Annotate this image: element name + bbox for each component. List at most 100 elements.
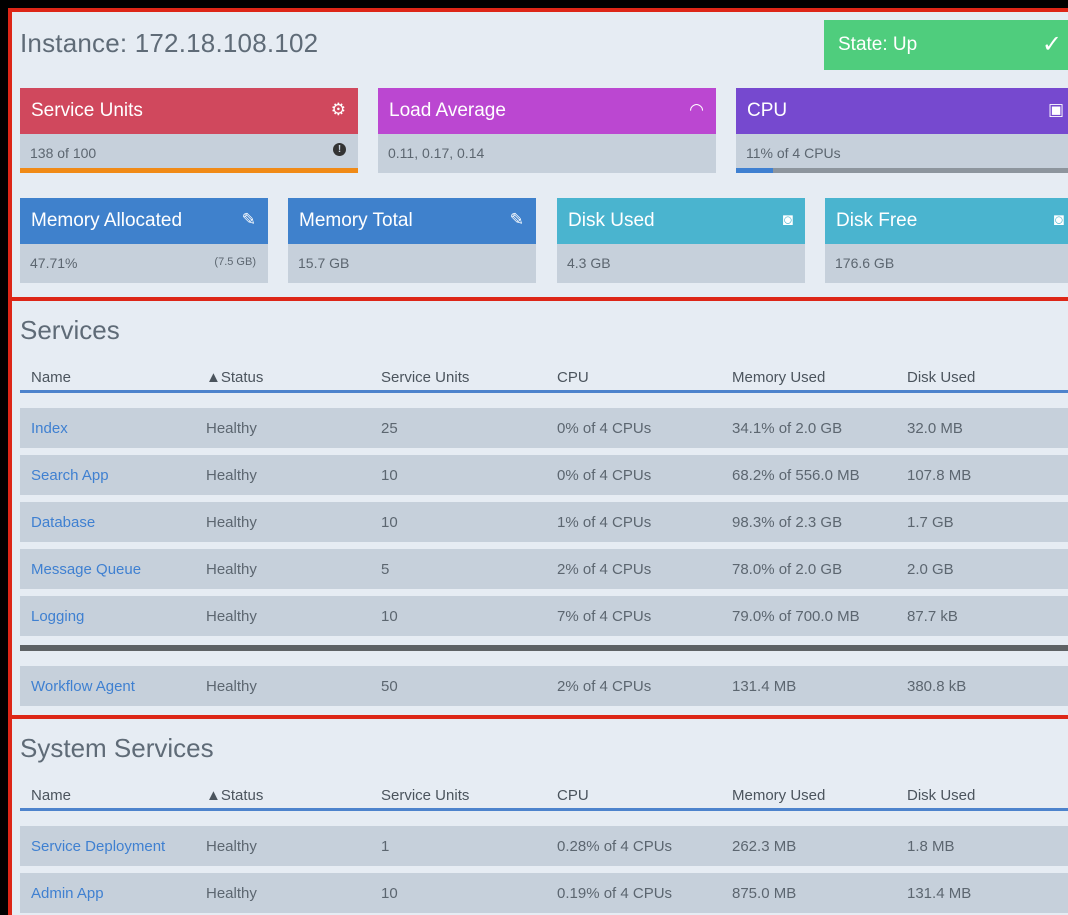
cpu-progress	[736, 168, 1068, 173]
cell-disk-used: 380.8 kB	[907, 678, 967, 695]
table-header: Name ▲Status Service Units CPU Memory Us…	[20, 781, 1068, 811]
service-link[interactable]: Message Queue	[31, 561, 141, 578]
service-link[interactable]: Admin App	[31, 885, 104, 902]
state-badge: State: Up ✓	[824, 20, 1068, 70]
cell-status: Healthy	[206, 838, 257, 855]
service-link[interactable]: Logging	[31, 608, 84, 625]
card-title: CPU	[747, 100, 788, 121]
service-units-progress	[20, 168, 358, 173]
cell-cpu: 7% of 4 CPUs	[557, 608, 652, 625]
card-title: Memory Total	[299, 210, 413, 231]
card-value: 4.3 GB	[567, 255, 611, 271]
cell-cpu: 0.19% of 4 CPUs	[557, 885, 673, 902]
state-label: State: Up	[838, 34, 918, 55]
cell-service-units: 25	[381, 420, 398, 437]
card-title: Service Units	[31, 100, 143, 121]
cell-status: Healthy	[206, 561, 257, 578]
disk-free-card: Disk Free ◙ 176.6 GB	[825, 198, 1068, 283]
memory-allocated-card: Memory Allocated ✎ 47.71% (7.5 GB)	[20, 198, 268, 283]
cell-cpu: 0.28% of 4 CPUs	[557, 838, 673, 855]
cell-status: Healthy	[206, 467, 257, 484]
disk-icon: ◙	[782, 210, 793, 229]
warning-icon[interactable]: !	[333, 143, 346, 156]
col-memory-used[interactable]: Memory Used	[732, 787, 825, 804]
service-units-card: Service Units ⚙ 138 of 100 !	[20, 88, 358, 173]
cell-memory-used: 131.4 MB	[732, 678, 797, 695]
cell-disk-used: 2.0 GB	[907, 561, 954, 578]
service-link[interactable]: Service Deployment	[31, 838, 165, 855]
service-link[interactable]: Search App	[31, 467, 109, 484]
col-cpu[interactable]: CPU	[557, 369, 589, 386]
disk-icon: ◙	[1053, 210, 1064, 229]
cell-disk-used: 1.8 MB	[907, 838, 955, 855]
cell-cpu: 2% of 4 CPUs	[557, 561, 652, 578]
col-disk-used[interactable]: Disk Used	[907, 787, 975, 804]
memory-icon: ✎	[509, 210, 524, 229]
cell-cpu: 1% of 4 CPUs	[557, 514, 652, 531]
cell-memory-used: 78.0% of 2.0 GB	[732, 561, 843, 578]
cell-memory-used: 875.0 MB	[732, 885, 797, 902]
memory-total-card: Memory Total ✎ 15.7 GB	[288, 198, 536, 283]
cell-service-units: 5	[381, 561, 390, 578]
cell-cpu: 0% of 4 CPUs	[557, 420, 652, 437]
cell-disk-used: 1.7 GB	[907, 514, 954, 531]
col-status[interactable]: ▲Status	[206, 369, 263, 386]
gears-icon: ⚙	[330, 100, 346, 119]
service-link[interactable]: Workflow Agent	[31, 678, 135, 695]
col-name[interactable]: Name	[31, 369, 71, 386]
cell-service-units: 1	[381, 838, 390, 855]
cell-service-units: 10	[381, 514, 398, 531]
card-value: 138 of 100	[30, 145, 97, 161]
card-value: 15.7 GB	[298, 255, 350, 271]
card-title: Load Average	[389, 100, 506, 121]
service-link[interactable]: Database	[31, 514, 95, 531]
cell-status: Healthy	[206, 514, 257, 531]
disk-used-card: Disk Used ◙ 4.3 GB	[557, 198, 805, 283]
cell-memory-used: 98.3% of 2.3 GB	[732, 514, 843, 531]
cell-memory-used: 79.0% of 700.0 MB	[732, 608, 860, 625]
card-value: 11% of 4 CPUs	[746, 145, 841, 161]
cell-status: Healthy	[206, 608, 257, 625]
col-disk-used[interactable]: Disk Used	[907, 369, 975, 386]
gauge-icon: ◠	[689, 100, 704, 119]
card-value: 47.71%	[30, 255, 78, 271]
chip-icon: ▣	[1047, 100, 1064, 119]
section-title: Services	[20, 315, 120, 345]
card-title: Disk Free	[836, 210, 918, 231]
cell-cpu: 2% of 4 CPUs	[557, 678, 652, 695]
section-title: System Services	[20, 733, 214, 763]
table-row: Service Deployment Healthy 1 0.28% of 4 CPU…	[20, 826, 1068, 866]
col-cpu[interactable]: CPU	[557, 787, 589, 804]
card-subvalue: (7.5 GB)	[214, 256, 256, 268]
col-name[interactable]: Name	[31, 787, 71, 804]
col-service-units[interactable]: Service Units	[381, 369, 469, 386]
card-value: 0.11, 0.17, 0.14	[388, 145, 485, 161]
cell-service-units: 10	[381, 885, 398, 902]
cell-memory-used: 34.1% of 2.0 GB	[732, 420, 843, 437]
table-row: Admin App Healthy 10 0.19% of 4 CPUs 875.0 M…	[20, 873, 1068, 913]
system-services-panel: System Services Name ▲Status Service Uni…	[8, 715, 1068, 915]
table-row: Message Queue Healthy 5 2% of 4 CPUs 78.0% o…	[20, 549, 1068, 589]
col-service-units[interactable]: Service Units	[381, 787, 469, 804]
table-row: Workflow Agent Healthy 50 2% of 4 CPUs 131.4…	[20, 666, 1068, 706]
cell-service-units: 10	[381, 467, 398, 484]
instance-title: Instance: 172.18.108.102	[20, 28, 319, 58]
table-row: Database Healthy 10 1% of 4 CPUs 98.3% of 2.…	[20, 502, 1068, 542]
cell-disk-used: 87.7 kB	[907, 608, 958, 625]
memory-icon: ✎	[241, 210, 256, 229]
service-link[interactable]: Index	[31, 420, 68, 437]
cell-status: Healthy	[206, 678, 257, 695]
cpu-card: CPU ▣ 11% of 4 CPUs	[736, 88, 1068, 173]
card-value: 176.6 GB	[835, 255, 895, 271]
table-header: Name ▲Status Service Units CPU Memory Us…	[20, 363, 1068, 393]
card-title: Disk Used	[568, 210, 655, 231]
cell-status: Healthy	[206, 420, 257, 437]
card-title: Memory Allocated	[31, 210, 183, 231]
cell-status: Healthy	[206, 885, 257, 902]
cell-disk-used: 107.8 MB	[907, 467, 972, 484]
col-memory-used[interactable]: Memory Used	[732, 369, 825, 386]
table-row: Logging Healthy 10 7% of 4 CPUs 79.0% of 700…	[20, 596, 1068, 636]
col-status[interactable]: ▲Status	[206, 787, 263, 804]
cell-memory-used: 68.2% of 556.0 MB	[732, 467, 860, 484]
cell-memory-used: 262.3 MB	[732, 838, 797, 855]
